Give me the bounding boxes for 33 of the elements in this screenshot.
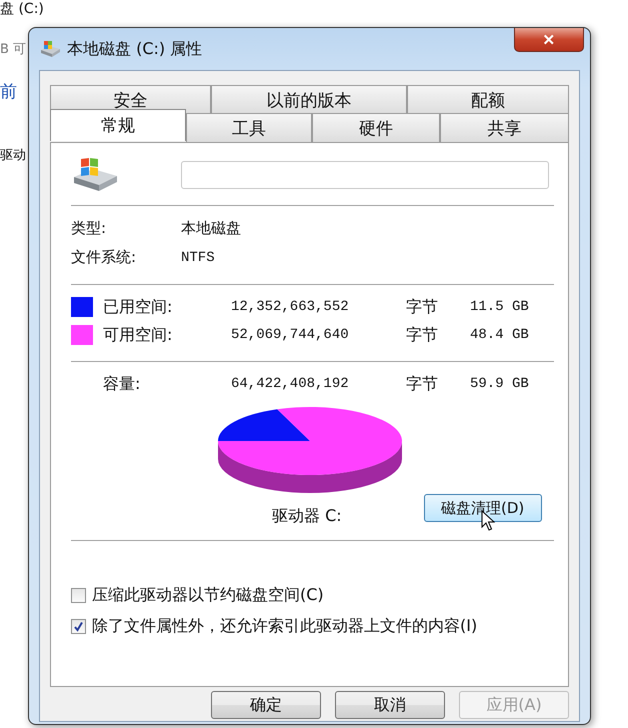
unit-label: 字节: [406, 374, 439, 394]
space-label: 可用空间:: [103, 324, 174, 346]
byte-count: 52,069,744,640: [231, 327, 350, 343]
dialog-button[interactable]: 确定: [211, 691, 321, 719]
option-label: 压缩此驱动器以节约磁盘空间(C): [92, 585, 324, 606]
background-text: 前: [0, 81, 17, 103]
tab[interactable]: 配额: [407, 85, 569, 115]
tab[interactable]: 常规: [50, 109, 186, 141]
info-value: NTFS: [181, 250, 215, 266]
space-label: 已用空间:: [103, 296, 174, 318]
info-label: 类型:: [71, 219, 108, 238]
size-value: 11.5 GB: [470, 299, 530, 315]
background-text: 盘 (C:): [0, 0, 44, 18]
unit-label: 字节: [406, 324, 439, 346]
close-button[interactable]: ✕: [514, 28, 584, 52]
tab[interactable]: 以前的版本: [211, 85, 407, 115]
tab[interactable]: 硬件: [312, 113, 440, 143]
size-value: 59.9 GB: [470, 376, 530, 392]
background-text: 驱动: [0, 147, 26, 164]
unit-label: 字节: [406, 296, 439, 318]
tab[interactable]: 工具: [186, 113, 312, 143]
option-label: 除了文件属性外，还允许索引此驱动器上文件的内容(I): [92, 616, 478, 637]
tab[interactable]: 共享: [440, 113, 569, 143]
window-title: 本地磁盘 (C:) 属性: [67, 38, 202, 60]
background-text: B 可: [0, 41, 26, 58]
size-value: 48.4 GB: [470, 327, 530, 343]
byte-count: 64,422,408,192: [231, 376, 350, 392]
info-value: 本地磁盘: [181, 219, 241, 238]
info-label: 文件系统:: [71, 248, 138, 267]
capacity-label: 容量:: [103, 374, 142, 394]
drive-label: 驱动器 C:: [272, 506, 342, 526]
dialog-button[interactable]: 取消: [335, 691, 445, 719]
byte-count: 12,352,663,552: [231, 299, 350, 315]
